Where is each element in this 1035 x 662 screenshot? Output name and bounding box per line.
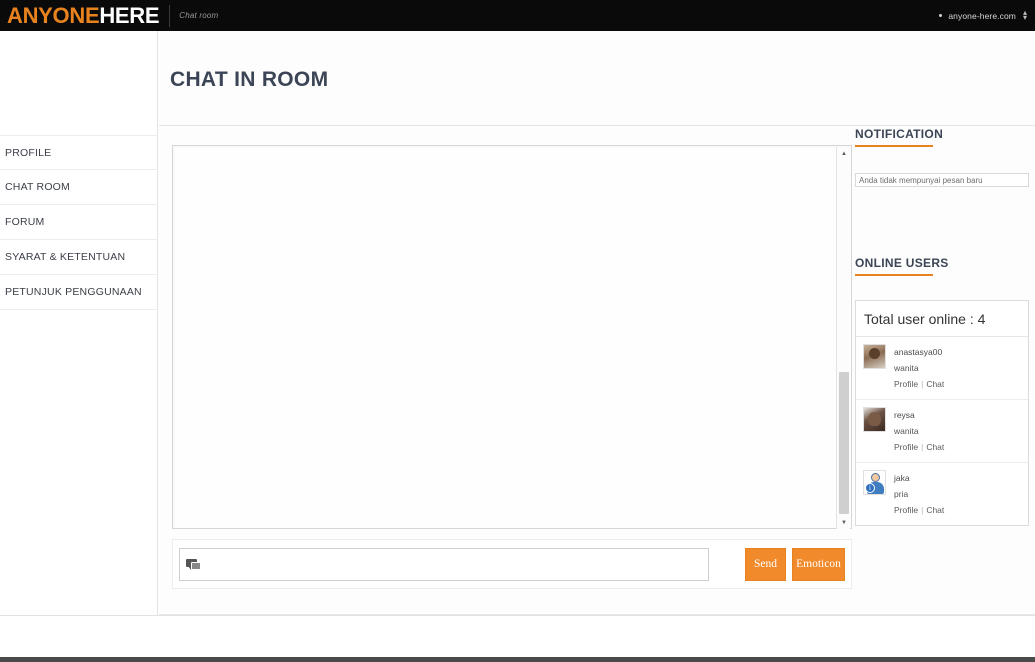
sidebar-item-label: PROFILE — [5, 146, 52, 159]
online-user-info: jaka pria Profile | Chat — [894, 470, 944, 518]
online-user-name: anastasya00 — [894, 347, 943, 357]
online-user-links: Profile | Chat — [894, 502, 944, 518]
logo-divider — [169, 4, 171, 27]
footer-divider — [0, 615, 1035, 616]
avatar[interactable] — [863, 407, 886, 432]
sidebar-item-petunjuk-penggunaan[interactable]: PETUNJUK PENGGUNAAN — [0, 275, 158, 310]
online-user-info: anastasya00 wanita Profile | Chat — [894, 344, 944, 392]
online-users-heading-underline — [855, 274, 933, 276]
scrollbar-track[interactable] — [837, 160, 851, 516]
notification-heading: NOTIFICATION — [855, 127, 944, 141]
online-user-name: jaka — [894, 473, 910, 483]
sidebar-item-label: PETUNJUK PENGGUNAAN — [5, 286, 142, 298]
chat-messages-box[interactable]: ▲ ▼ — [172, 145, 852, 529]
right-sidebar: NOTIFICATION Anda tidak mempunyai pesan … — [855, 31, 1035, 615]
bullet-dot-icon — [939, 14, 943, 17]
footer-bottom-strip — [0, 657, 1035, 662]
online-user-info: reysa wanita Profile | Chat — [894, 407, 944, 455]
message-composer: Send Emoticon — [172, 539, 852, 589]
user-chat-link[interactable]: Chat — [926, 442, 944, 452]
sidebar-item-label: FORUM — [5, 216, 45, 228]
sidebar: PROFILE CHAT ROOM FORUM SYARAT & KETENTU… — [0, 31, 158, 615]
sidebar-nav: PROFILE CHAT ROOM FORUM SYARAT & KETENTU… — [0, 135, 158, 310]
emoticon-button[interactable]: Emoticon — [792, 548, 845, 581]
notification-block: NOTIFICATION Anda tidak mempunyai pesan … — [855, 127, 1035, 187]
person-head-icon — [871, 473, 880, 482]
chat-bubble-icon — [186, 558, 202, 572]
scroll-down-arrow-icon[interactable]: ▼ — [837, 516, 851, 529]
sidebar-item-chat-room[interactable]: CHAT ROOM — [0, 170, 158, 205]
sidebar-item-forum[interactable]: FORUM — [0, 205, 158, 240]
sidebar-item-label: CHAT ROOM — [5, 181, 70, 193]
user-profile-link[interactable]: Profile — [894, 505, 918, 515]
send-button[interactable]: Send — [745, 548, 786, 581]
online-users-panel: Total user online : 4 anastasya00 wanita… — [855, 300, 1029, 526]
online-user-links: Profile | Chat — [894, 376, 944, 392]
online-user-row: reysa wanita Profile | Chat — [856, 400, 1028, 463]
sort-caret-icon[interactable]: ▴ ▾ — [1023, 9, 1027, 22]
user-chat-link[interactable]: Chat — [926, 505, 944, 515]
message-input[interactable] — [206, 557, 686, 572]
online-users-block: ONLINE USERS Total user online : 4 anast… — [855, 256, 1035, 526]
user-profile-link[interactable]: Profile — [894, 442, 918, 452]
scrollbar-thumb[interactable] — [839, 372, 849, 514]
site-tagline: Chat room — [179, 11, 219, 20]
online-user-row: anastasya00 wanita Profile | Chat — [856, 337, 1028, 400]
info-badge-icon: i — [865, 483, 875, 493]
topbar-right-group: anyone-here.com ▴ ▾ — [939, 9, 1035, 22]
online-user-gender: pria — [894, 489, 909, 499]
site-logo[interactable]: ANYONEHERE — [0, 2, 160, 28]
site-domain-link[interactable]: anyone-here.com — [948, 11, 1016, 21]
page-root: ANYONEHERE Chat room anyone-here.com ▴ ▾ … — [0, 0, 1035, 662]
online-user-links: Profile | Chat — [894, 439, 944, 455]
notification-message: Anda tidak mempunyai pesan baru — [855, 173, 1029, 187]
scroll-up-arrow-icon[interactable]: ▲ — [837, 147, 851, 160]
online-user-row: i jaka pria Profile | Chat — [856, 463, 1028, 525]
sidebar-item-profile[interactable]: PROFILE — [0, 135, 158, 170]
footer — [0, 615, 1035, 662]
chat-scrollbar[interactable]: ▲ ▼ — [836, 147, 850, 529]
sidebar-item-label: SYARAT & KETENTUAN — [5, 251, 126, 263]
page-title: CHAT IN ROOM — [170, 68, 329, 91]
logo-text-white: HERE — [99, 2, 160, 28]
chat-display-area: ▲ ▼ — [172, 145, 852, 529]
online-user-name: reysa — [894, 410, 915, 420]
avatar[interactable] — [863, 344, 886, 369]
online-users-total: Total user online : 4 — [856, 301, 1028, 337]
logo-text-orange: ANYONE — [7, 2, 100, 28]
notification-heading-underline — [855, 145, 933, 147]
user-profile-link[interactable]: Profile — [894, 379, 918, 389]
avatar[interactable]: i — [863, 470, 886, 495]
top-bar: ANYONEHERE Chat room anyone-here.com ▴ ▾ — [0, 0, 1035, 31]
user-chat-link[interactable]: Chat — [926, 379, 944, 389]
online-user-gender: wanita — [894, 363, 919, 373]
sidebar-item-syarat-ketentuan[interactable]: SYARAT & KETENTUAN — [0, 240, 158, 275]
online-user-gender: wanita — [894, 426, 919, 436]
online-users-heading: ONLINE USERS — [855, 256, 949, 270]
message-input-wrapper[interactable] — [179, 548, 709, 581]
